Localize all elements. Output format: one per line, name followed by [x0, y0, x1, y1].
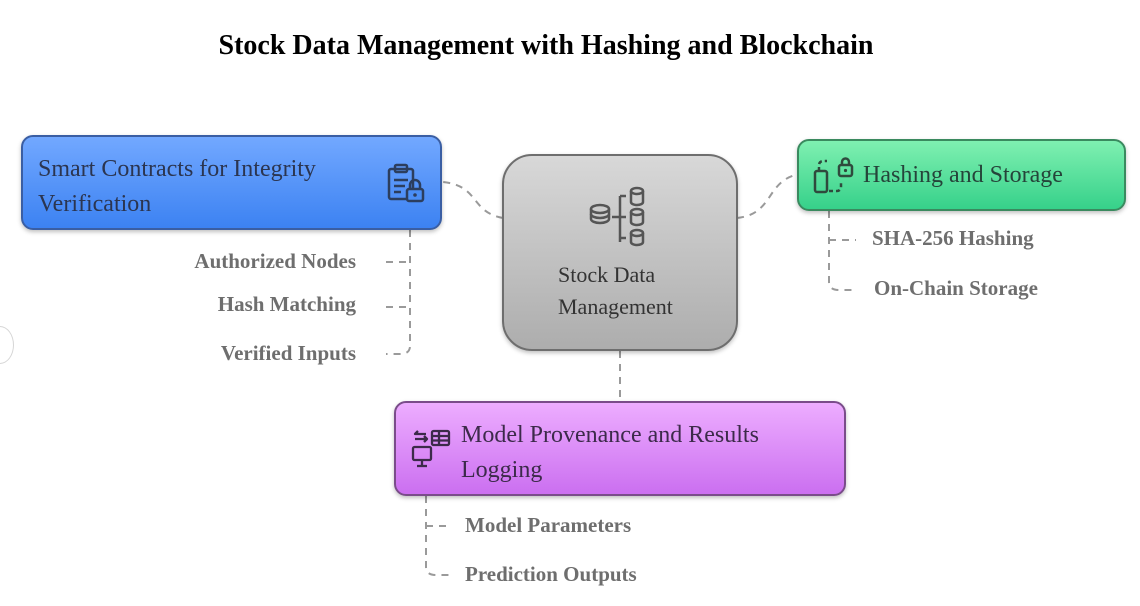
database-tree-icon: [589, 186, 645, 247]
node-provenance-label: Model Provenance and Results Logging: [461, 422, 759, 483]
leaf-model-parameters: Model Parameters: [465, 513, 632, 537]
leaf-verified-inputs: Verified Inputs: [220, 341, 356, 365]
node-hashing-label: Hashing and Storage: [863, 162, 1063, 188]
node-model-provenance[interactable]: Model Provenance and Results Logging: [394, 401, 846, 496]
leaf-sha256-hashing: SHA-256 Hashing: [872, 226, 1034, 250]
connector-center-hashing: [736, 173, 801, 219]
lock-blocks-icon: [813, 157, 854, 194]
node-integrity-verification[interactable]: Smart Contracts for Integrity Verificati…: [21, 135, 442, 230]
leaf-authorized-nodes: Authorized Nodes: [194, 249, 356, 273]
node-integrity-label: Smart Contracts for Integrity Verificati…: [38, 156, 316, 217]
clipboard-lock-icon: [387, 163, 425, 203]
connector-center-integrity: [442, 181, 504, 219]
leaf-hash-matching: Hash Matching: [217, 292, 356, 316]
connector-provenance-trunk: [425, 496, 452, 576]
leaf-on-chain-storage: On-Chain Storage: [874, 276, 1038, 300]
node-hashing-storage[interactable]: Hashing and Storage: [797, 139, 1126, 211]
node-center-label: Stock Data Management: [558, 262, 673, 319]
node-stock-data-management[interactable]: Stock Data Management: [502, 154, 738, 351]
connector-hashing-trunk: [828, 211, 856, 291]
monitor-table-sync-icon: [411, 429, 451, 468]
connector-integrity-trunk: [386, 230, 411, 355]
leaf-prediction-outputs: Prediction Outputs: [465, 562, 637, 586]
